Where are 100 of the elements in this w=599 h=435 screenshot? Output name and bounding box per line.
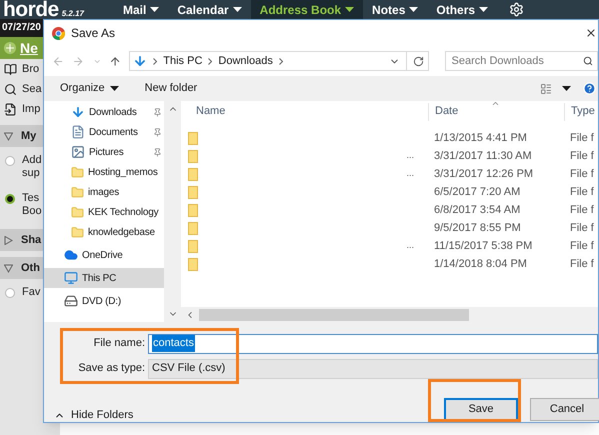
date-cell-text: 9/5/2017 8:55 PM [433,220,522,236]
nav-item[interactable]: DVD (D:) [44,291,164,311]
field-label: File name: [92,336,146,352]
address-bar[interactable]: This PC Downloads [129,51,429,71]
sidebar-action[interactable]: Sea [0,79,60,99]
folder-icon [71,226,84,238]
triangle-down-icon [4,264,13,272]
dialog-button[interactable]: Save [444,398,518,421]
address-book-label[interactable]: Add sup [22,154,42,180]
radio-button[interactable] [5,194,15,204]
caret-icon [562,86,571,91]
date-cell-text: 6/8/2017 3:54 AM [433,202,522,218]
radio-button[interactable] [5,288,15,298]
download-arrow-icon [71,105,85,119]
file-name-cell-text: ... [406,239,414,252]
radio-button[interactable] [5,156,15,166]
settings-icon[interactable] [509,2,524,17]
column-header[interactable]: Name [181,102,428,121]
drive-icon [64,294,78,308]
menu-tab[interactable]: Notes [363,0,428,19]
pin-icon [153,108,162,116]
folder-icon [71,206,84,218]
menu-tab[interactable]: Mail [114,0,168,19]
type-cell-text: File f [569,202,594,218]
plus-icon [4,42,16,54]
search-field[interactable]: Search Downloads [444,51,598,71]
search-icon [4,82,17,96]
caret-icon [345,7,354,12]
triangle-down-icon [4,132,13,140]
document-icon [71,125,85,139]
new-folder-button[interactable]: New folder [144,80,198,97]
close-icon[interactable] [585,27,597,39]
file-name-field[interactable]: contacts [148,334,598,354]
cloud-icon [64,248,78,262]
field-label: Save as type: [77,361,146,376]
search-placeholder: Search Downloads [452,54,544,69]
pin-icon [153,128,162,136]
menu-tab[interactable]: Calendar [168,0,251,19]
date-cell-text: 3/31/2017 12:26 PM [433,166,534,182]
address-book-label[interactable]: Tes Boo [22,192,42,218]
folder-icon [71,186,84,198]
menu-tab[interactable]: Address Book [250,0,364,19]
import-icon [4,102,17,116]
type-cell-text: File f [569,166,594,182]
logo: horde [3,0,59,20]
type-cell-text: File f [569,184,594,200]
caret-icon [110,86,119,91]
type-cell-text: File f [569,256,594,272]
type-cell-text: File f [569,130,594,146]
search-icon [583,56,594,66]
date-cell-text: 3/31/2017 11:30 AM [433,148,533,164]
column-header[interactable]: Date [428,102,564,121]
help-icon[interactable] [583,82,596,95]
horizontal-scrollbar[interactable] [181,307,598,322]
monitor-icon [64,271,78,285]
address-book-label[interactable]: Fav [22,286,40,299]
breadcrumb-item[interactable]: This PC [163,52,202,70]
caret-icon [409,7,418,12]
folder-icon [188,222,198,234]
caret-icon [232,7,242,12]
browser-logo-icon [52,26,65,40]
date-cell-text: 11/15/2017 5:38 PM [433,238,534,254]
pin-icon [153,148,162,156]
triangle-right-icon [4,236,13,244]
nav-item[interactable]: KEK Technology [44,202,164,222]
up-arrow-icon[interactable] [109,54,122,68]
folder-icon [188,132,198,144]
dialog-button[interactable]: Cancel [530,398,599,421]
caret-icon [479,7,488,12]
download-arrow-icon [133,54,148,68]
type-cell-text: File f [569,148,594,164]
menu-tab[interactable]: Others [427,0,498,19]
file-name-cell-text: ... [406,149,414,162]
column-header[interactable]: Type [564,102,595,121]
file-type-dropdown[interactable]: CSV File (.csv) [148,358,598,378]
caret-icon [150,7,160,12]
folder-icon [188,240,198,252]
book-icon [4,62,17,76]
file-name-cell-text: ... [406,167,414,180]
dialog-title: Save As [71,25,116,42]
folder-icon [188,186,198,198]
folder-icon [188,204,198,216]
scrollbar-thumb[interactable] [199,308,469,320]
organize-menu[interactable]: Organize [60,80,119,97]
sidebar-action[interactable]: Bro [0,59,60,79]
folder-icon [188,258,198,270]
type-cell-text: File f [569,238,594,254]
folder-icon [188,150,198,162]
hide-folders-toggle[interactable]: Hide Folders [54,407,134,424]
picture-icon [71,145,85,159]
date-cell-text: 1/14/2018 8:04 PM [433,256,528,272]
nav-item[interactable]: Hosting_memos [44,162,164,182]
chevron-right-icon [278,58,283,64]
nav-item[interactable]: This PC [44,268,164,288]
version-label: 5.2.17 [62,8,84,20]
breadcrumb-item[interactable]: Downloads [218,52,273,70]
refresh-icon[interactable] [412,56,424,66]
view-options-icon[interactable] [540,82,552,94]
nav-item[interactable]: images [44,182,164,202]
date-cell-text: 1/13/2015 4:41 PM [433,130,528,146]
